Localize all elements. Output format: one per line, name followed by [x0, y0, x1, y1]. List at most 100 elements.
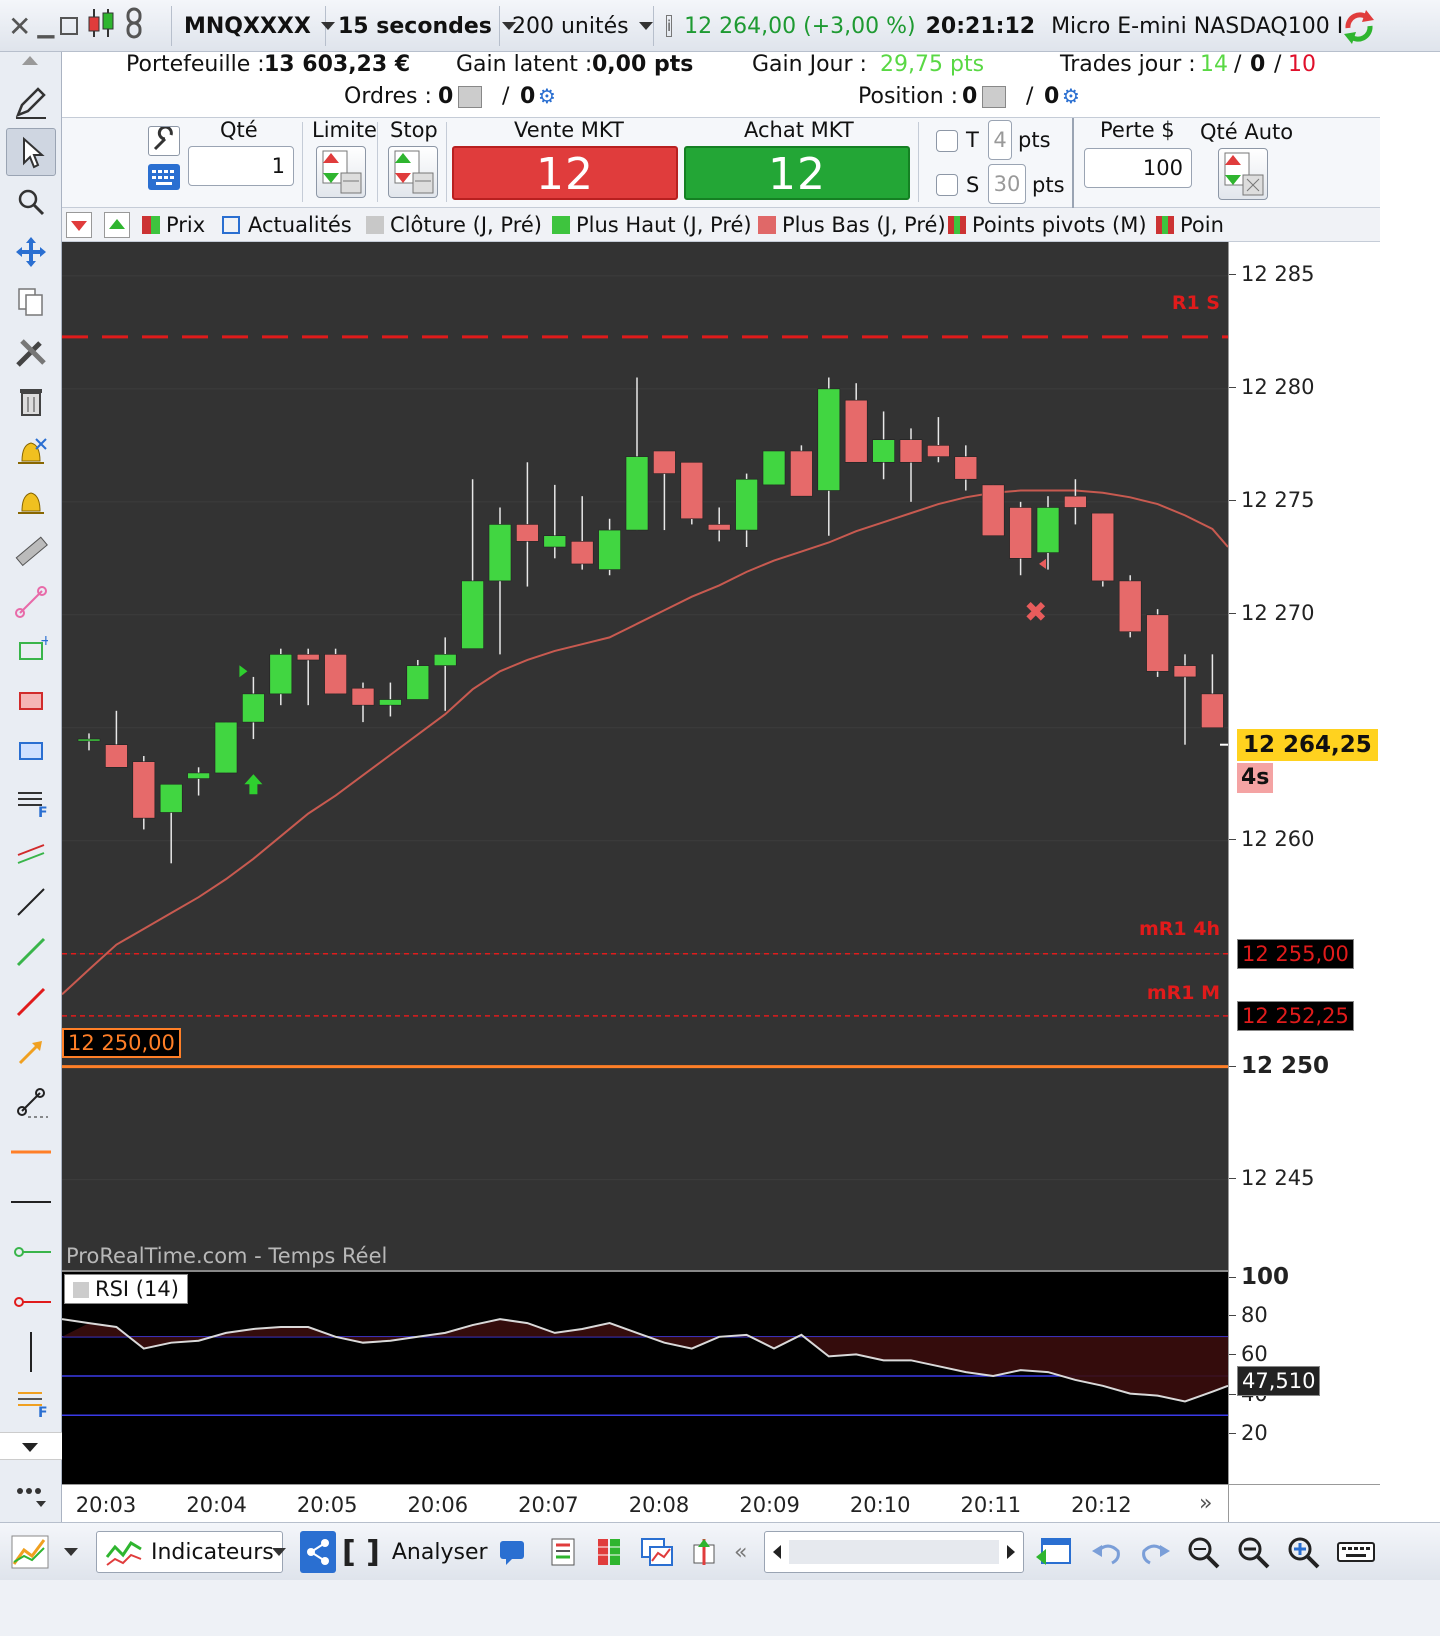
segment-icon[interactable]	[6, 578, 56, 626]
units-selector[interactable]: 200 unités	[504, 6, 654, 46]
tab-price[interactable]: Prix	[142, 211, 205, 239]
pencil-icon[interactable]	[6, 78, 56, 126]
candlestick-icon[interactable]	[86, 7, 116, 45]
more-options-icon[interactable]	[6, 1472, 56, 1520]
auto-qty-button[interactable]	[1218, 148, 1268, 200]
trendline-red-icon[interactable]	[6, 978, 56, 1026]
chart-scrollbar[interactable]	[764, 1531, 1024, 1573]
bracket-icon: [ ]	[342, 1534, 380, 1570]
analyze-button[interactable]: [ ] Analyser	[342, 1531, 488, 1573]
order-book-icon[interactable]	[548, 1531, 578, 1573]
rectangle-red-icon[interactable]	[6, 678, 56, 726]
gear-icon[interactable]: ⚙	[1062, 84, 1080, 108]
refresh-icon[interactable]	[1340, 6, 1378, 46]
price-axis[interactable]: 12 285 12 280 12 275 12 270 12 260 12 250 12 2…	[1228, 242, 1380, 1484]
rectangle-blue-icon[interactable]	[6, 728, 56, 776]
rsi-label-box[interactable]: RSI (14)	[64, 1274, 188, 1304]
limit-order-button[interactable]	[316, 146, 366, 198]
stop-checkbox[interactable]	[936, 174, 958, 196]
scroll-right-icon[interactable]: »	[1199, 1491, 1212, 1516]
stop-order-button[interactable]	[388, 146, 438, 198]
compare-chart-icon[interactable]	[640, 1531, 674, 1573]
pointer-icon[interactable]	[6, 128, 56, 176]
zoom-fit-icon[interactable]	[1186, 1531, 1222, 1573]
current-price-tag[interactable]: 12 264,25	[1237, 728, 1378, 761]
link-icon[interactable]	[124, 7, 144, 45]
zoom-in-icon[interactable]	[1286, 1531, 1322, 1573]
gear-icon[interactable]: ⚙	[538, 84, 556, 108]
scroll-up-icon[interactable]	[22, 56, 38, 65]
zoom-icon[interactable]	[6, 178, 56, 226]
cancel-orders-icon[interactable]	[458, 86, 482, 108]
indicators-button[interactable]: Indicateurs	[96, 1531, 283, 1573]
horizontal-ray-red-icon[interactable]	[6, 1278, 56, 1326]
time-axis[interactable]: 20:03 20:04 20:05 20:06 20:07 20:08 20:09 20:10…	[62, 1484, 1228, 1522]
share-icon[interactable]	[300, 1531, 336, 1573]
arrow-orange-icon[interactable]	[6, 1028, 56, 1076]
minimize-icon[interactable]: ▁	[37, 14, 54, 39]
ruler-icon[interactable]	[6, 528, 56, 576]
chat-icon[interactable]	[498, 1531, 528, 1573]
wrench-icon[interactable]	[148, 125, 180, 156]
ladder-icon[interactable]	[594, 1531, 624, 1573]
extended-line-icon[interactable]	[6, 1078, 56, 1126]
tab-pivots[interactable]: Points pivots (M)	[948, 211, 1147, 239]
chart-style-icon[interactable]	[10, 1531, 50, 1573]
trendline-black-icon[interactable]	[6, 878, 56, 926]
scroll-left-icon[interactable]	[773, 1545, 781, 1559]
alert-bell-remove-icon[interactable]	[6, 428, 56, 476]
keyboard-icon[interactable]	[148, 164, 180, 190]
trash-icon[interactable]	[6, 378, 56, 426]
sell-market-button[interactable]: 12 263,75	[452, 146, 678, 254]
clock-time: 20:21:12	[925, 13, 1036, 39]
trendline-green-icon[interactable]	[6, 928, 56, 976]
tab-high-prev[interactable]: Plus Haut (J, Pré)	[552, 211, 752, 239]
tools-icon[interactable]	[6, 328, 56, 376]
copy-icon[interactable]	[6, 278, 56, 326]
stop-pts-input[interactable]: 30	[988, 164, 1026, 204]
tab-pivots-2[interactable]: Poin	[1156, 211, 1224, 239]
move-icon[interactable]	[6, 228, 56, 276]
alert-bell-icon[interactable]	[6, 478, 56, 526]
keyboard-shortcuts-icon[interactable]	[1336, 1531, 1376, 1573]
horizontal-line-black-icon[interactable]	[6, 1178, 56, 1226]
trade-icon[interactable]	[690, 1531, 720, 1573]
rectangle-green-icon[interactable]: +	[6, 628, 56, 676]
symbol-selector[interactable]: MNQXXXX	[176, 6, 335, 46]
vertical-line-icon[interactable]	[6, 1328, 56, 1376]
day-gain-label: Gain Jour :	[752, 52, 867, 77]
level-price-tag[interactable]: 12 250,00	[62, 1028, 181, 1058]
tab-low-prev[interactable]: Plus Bas (J, Pré)	[758, 211, 946, 239]
expand-up-icon[interactable]	[104, 212, 130, 238]
scroll-right-icon[interactable]	[1007, 1545, 1015, 1559]
close-icon[interactable]: ✕	[8, 10, 31, 43]
scrollbar-track[interactable]	[789, 1540, 999, 1564]
horizontal-ray-green-icon[interactable]	[6, 1228, 56, 1276]
loss-input[interactable]: 100	[1084, 148, 1192, 188]
redo-icon[interactable]	[1138, 1531, 1172, 1573]
tab-close-prev[interactable]: Clôture (J, Pré)	[366, 211, 542, 239]
calendar-icon[interactable]	[1034, 1531, 1074, 1573]
rsi-panel[interactable]: RSI (14)	[62, 1270, 1228, 1484]
maximize-icon[interactable]	[60, 17, 79, 35]
info-icon[interactable]: i	[666, 15, 673, 37]
collapse-down-icon[interactable]	[66, 212, 92, 238]
fibonacci-levels-icon[interactable]: F	[6, 1378, 56, 1426]
scroll-left-double-icon[interactable]: «	[734, 1531, 747, 1573]
undo-icon[interactable]	[1090, 1531, 1124, 1573]
timeframe-selector[interactable]: 15 secondes	[330, 6, 516, 46]
zoom-out-icon[interactable]	[1236, 1531, 1272, 1573]
target-checkbox[interactable]	[936, 130, 958, 152]
target-pts-input[interactable]: 4	[988, 120, 1012, 160]
tab-news[interactable]: Actualités	[222, 211, 352, 239]
buy-market-button[interactable]: 12 264,25	[684, 146, 910, 254]
channel-icon[interactable]	[6, 828, 56, 876]
chevron-down-icon[interactable]	[64, 1531, 78, 1573]
chevron-down-icon[interactable]	[272, 1531, 286, 1573]
fibonacci-icon[interactable]: F	[6, 778, 56, 826]
close-position-icon[interactable]	[982, 86, 1006, 108]
price-chart[interactable]: ✖ 12 250,00 R1 S mR1 4h mR1 M ProRealTim…	[62, 242, 1228, 1270]
qty-input[interactable]: 1	[188, 146, 294, 186]
horizontal-line-orange-icon[interactable]	[6, 1128, 56, 1176]
scroll-down-button[interactable]	[0, 1432, 62, 1460]
